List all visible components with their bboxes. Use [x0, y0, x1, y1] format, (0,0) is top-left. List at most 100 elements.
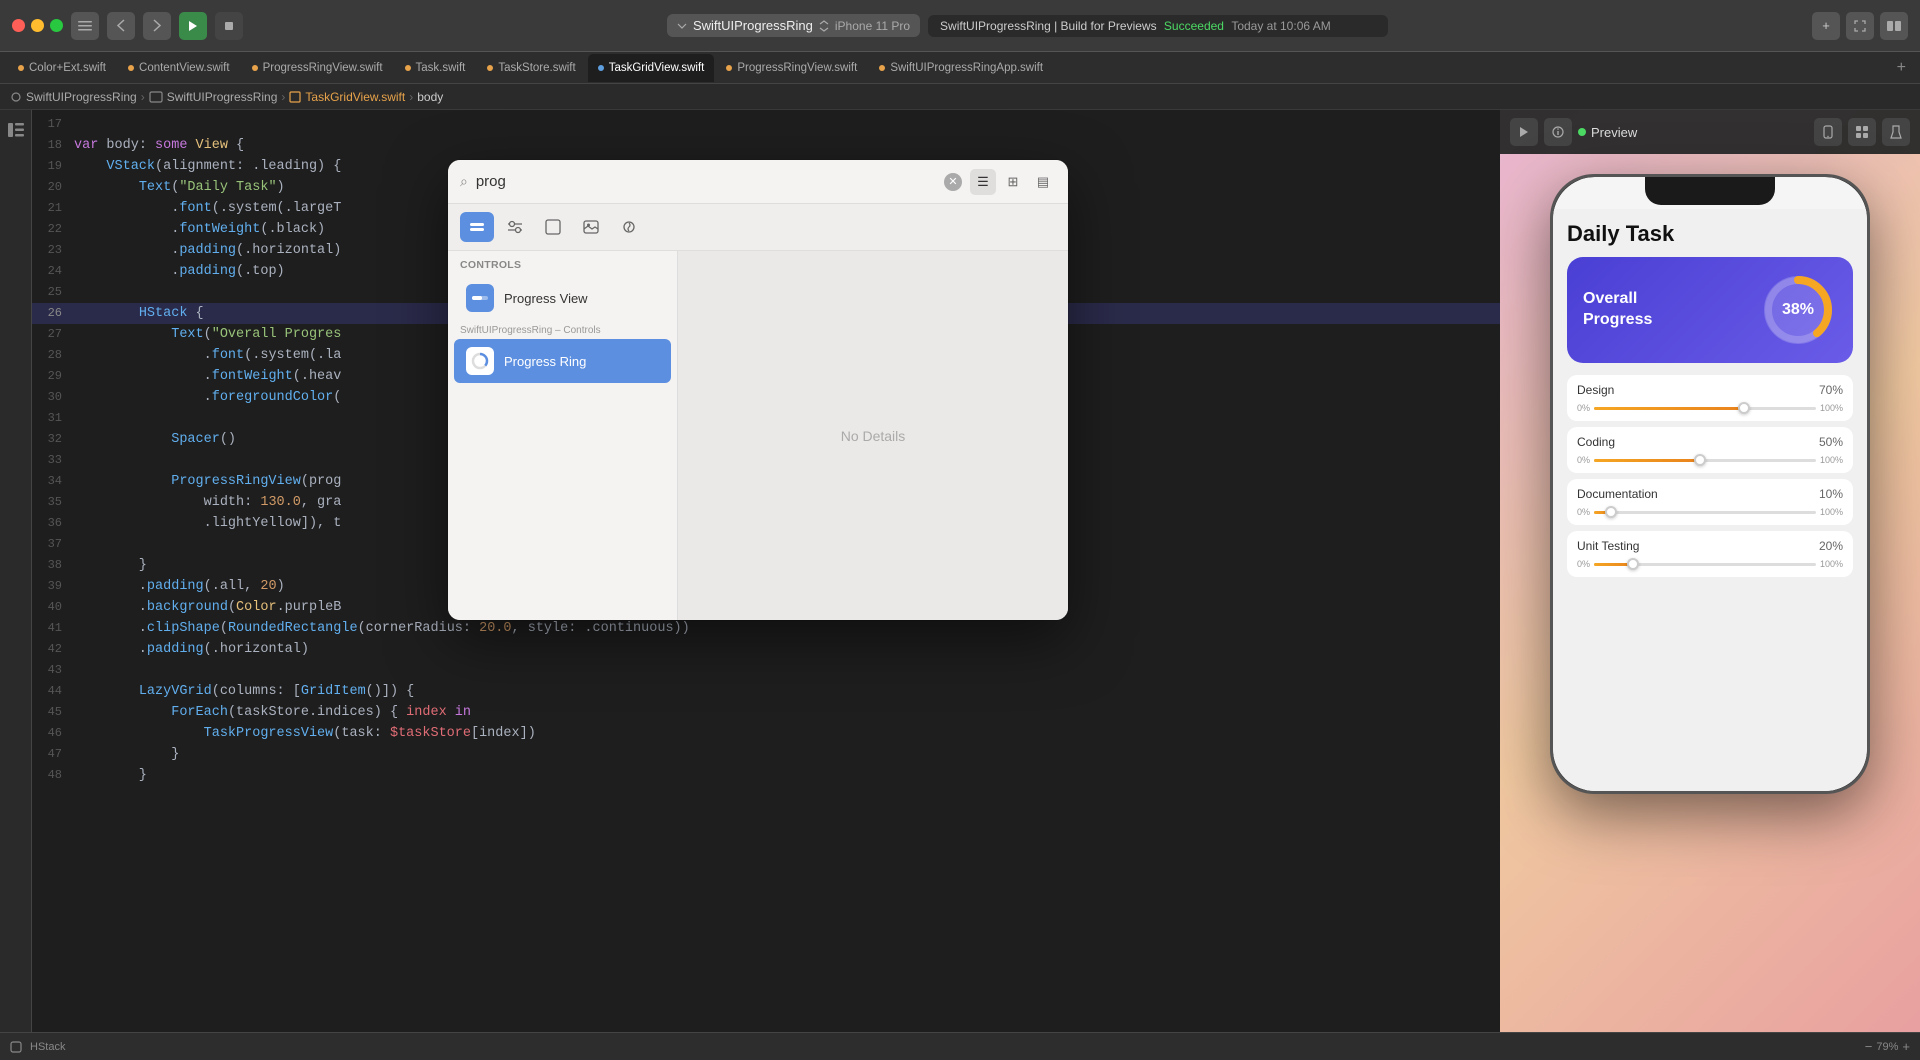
layout-button[interactable]	[1880, 12, 1908, 40]
breadcrumb-symbol[interactable]: body	[417, 90, 443, 104]
library-search-input[interactable]	[476, 173, 936, 190]
progress-card-text: Overall Progress	[1583, 289, 1747, 331]
zoom-decrease-icon[interactable]: −	[1865, 1039, 1873, 1054]
task-item-design: Design 70% 0% 100%	[1567, 375, 1853, 421]
popup-list: Controls Progress View SwiftUIProgressRi…	[448, 251, 678, 620]
stop-button[interactable]	[215, 12, 243, 40]
maximize-button[interactable]	[50, 19, 63, 32]
library-popup: ⌕ ✕ ☰ ⊞ ▤ Controls	[448, 160, 1068, 620]
traffic-lights	[12, 19, 63, 32]
popup-body: Controls Progress View SwiftUIProgressRi…	[448, 251, 1068, 620]
app-content: Daily Task Overall Progress	[1553, 209, 1867, 791]
grid-view-button[interactable]: ⊞	[1000, 169, 1026, 195]
preview-inspect-icon[interactable]	[1544, 118, 1572, 146]
progress-card: Overall Progress 38%	[1567, 257, 1853, 363]
tab-content-view[interactable]: ContentView.swift	[118, 54, 240, 82]
preview-run-icon[interactable]	[1510, 118, 1538, 146]
tab-dot	[487, 65, 493, 71]
library-item-progress-ring[interactable]: Progress Ring	[454, 339, 671, 383]
tab-task-store[interactable]: TaskStore.swift	[477, 54, 585, 82]
code-line-48: 48 }	[32, 765, 1500, 786]
no-details-text: No Details	[841, 428, 906, 444]
title-bar-center: SwiftUIProgressRing iPhone 11 Pro SwiftU…	[251, 14, 1804, 37]
tab-effects[interactable]	[612, 212, 646, 242]
tab-dot	[18, 65, 24, 71]
close-button[interactable]	[12, 19, 25, 32]
zoom-level: 79%	[1876, 1041, 1898, 1053]
tab-sliders[interactable]	[498, 212, 532, 242]
progress-view-label: Progress View	[504, 291, 588, 306]
minimize-button[interactable]	[31, 19, 44, 32]
tab-progress-ring-view-1[interactable]: ProgressRingView.swift	[242, 54, 393, 82]
popup-tabs	[448, 204, 1068, 251]
tab-app[interactable]: SwiftUIProgressRingApp.swift	[869, 54, 1053, 82]
sidebar-icons	[0, 110, 32, 1032]
tab-shapes[interactable]	[536, 212, 570, 242]
bottom-bar: HStack − 79% +	[0, 1032, 1920, 1060]
view-buttons: ☰ ⊞ ▤	[970, 169, 1056, 195]
popup-header: ⌕ ✕ ☰ ⊞ ▤	[448, 160, 1068, 204]
code-line-41: 41 .clipShape(RoundedRectangle(cornerRad…	[32, 618, 1500, 639]
list-view-button[interactable]: ☰	[970, 169, 996, 195]
code-line-44: 44 LazyVGrid(columns: [GridItem()]) {	[32, 681, 1500, 702]
preview-toolbar: Preview	[1500, 110, 1920, 154]
code-line-45: 45 ForEach(taskStore.indices) { index in	[32, 702, 1500, 723]
iphone-frame: Daily Task Overall Progress	[1550, 174, 1870, 794]
progress-label2: Progress	[1583, 310, 1747, 331]
breadcrumb-project[interactable]: SwiftUIProgressRing	[26, 90, 137, 104]
preview-panel: Preview	[1500, 110, 1920, 1032]
preview-text: Preview	[1591, 125, 1637, 140]
add-tab-button[interactable]: +	[1812, 12, 1840, 40]
library-item-progress-view[interactable]: Progress View	[454, 276, 671, 320]
device-name: iPhone 11 Pro	[835, 19, 910, 33]
preview-label: Preview	[1578, 125, 1637, 140]
ring-percentage: 38%	[1782, 301, 1814, 319]
breadcrumb-file[interactable]: TaskGridView.swift	[305, 90, 405, 104]
forward-button[interactable]	[143, 12, 171, 40]
tab-color-ext[interactable]: Color+Ext.swift	[8, 54, 116, 82]
tab-images[interactable]	[574, 212, 608, 242]
popup-details: No Details	[678, 251, 1068, 620]
preview-device-icon[interactable]	[1814, 118, 1842, 146]
bottom-bar-item: HStack	[30, 1041, 65, 1053]
nav-sidebar-icon[interactable]	[4, 118, 28, 142]
code-line-17: 17	[32, 114, 1500, 135]
code-line-18: 18 var body: some View {	[32, 135, 1500, 156]
run-button[interactable]	[179, 12, 207, 40]
tab-controls[interactable]	[460, 212, 494, 242]
task-item-coding: Coding 50% 0% 100%	[1567, 427, 1853, 473]
tab-dot	[598, 65, 604, 71]
bottom-bar-icon	[10, 1041, 22, 1053]
iphone-notch	[1645, 177, 1775, 205]
tab-task-grid-view[interactable]: TaskGridView.swift	[588, 54, 715, 82]
code-line-43: 43	[32, 660, 1500, 681]
detail-view-button[interactable]: ▤	[1030, 169, 1056, 195]
tab-dot	[128, 65, 134, 71]
tab-progress-ring-view-2[interactable]: ProgressRingView.swift	[716, 54, 867, 82]
preview-right-buttons	[1814, 118, 1910, 146]
zoom-controls: − 79% +	[1865, 1039, 1910, 1054]
tab-dot	[252, 65, 258, 71]
expand-button[interactable]	[1846, 12, 1874, 40]
add-tab-button[interactable]: +	[1891, 59, 1912, 77]
sidebar-toggle-button[interactable]	[71, 12, 99, 40]
preview-grid-icon[interactable]	[1848, 118, 1876, 146]
breadcrumb-group[interactable]: SwiftUIProgressRing	[167, 90, 278, 104]
code-line-46: 46 TaskProgressView(task: $taskStore[ind…	[32, 723, 1500, 744]
subsection-label: SwiftUIProgressRing – Controls	[448, 321, 677, 338]
code-line-47: 47 }	[32, 744, 1500, 765]
preview-status-dot	[1578, 128, 1586, 136]
tab-dot	[405, 65, 411, 71]
clear-search-button[interactable]: ✕	[944, 173, 962, 191]
back-button[interactable]	[107, 12, 135, 40]
scheme-selector[interactable]: SwiftUIProgressRing iPhone 11 Pro	[667, 14, 920, 37]
build-status-bar: SwiftUIProgressRing | Build for Previews…	[928, 15, 1388, 37]
progress-ring-icon	[466, 347, 494, 375]
preview-pin-icon[interactable]	[1882, 118, 1910, 146]
iphone-screen: Daily Task Overall Progress	[1553, 177, 1867, 791]
zoom-increase-icon[interactable]: +	[1902, 1039, 1910, 1054]
tab-task[interactable]: Task.swift	[395, 54, 476, 82]
tabs-bar: Color+Ext.swift ContentView.swift Progre…	[0, 52, 1920, 84]
breadcrumb: SwiftUIProgressRing › SwiftUIProgressRin…	[0, 84, 1920, 110]
tab-dot	[879, 65, 885, 71]
